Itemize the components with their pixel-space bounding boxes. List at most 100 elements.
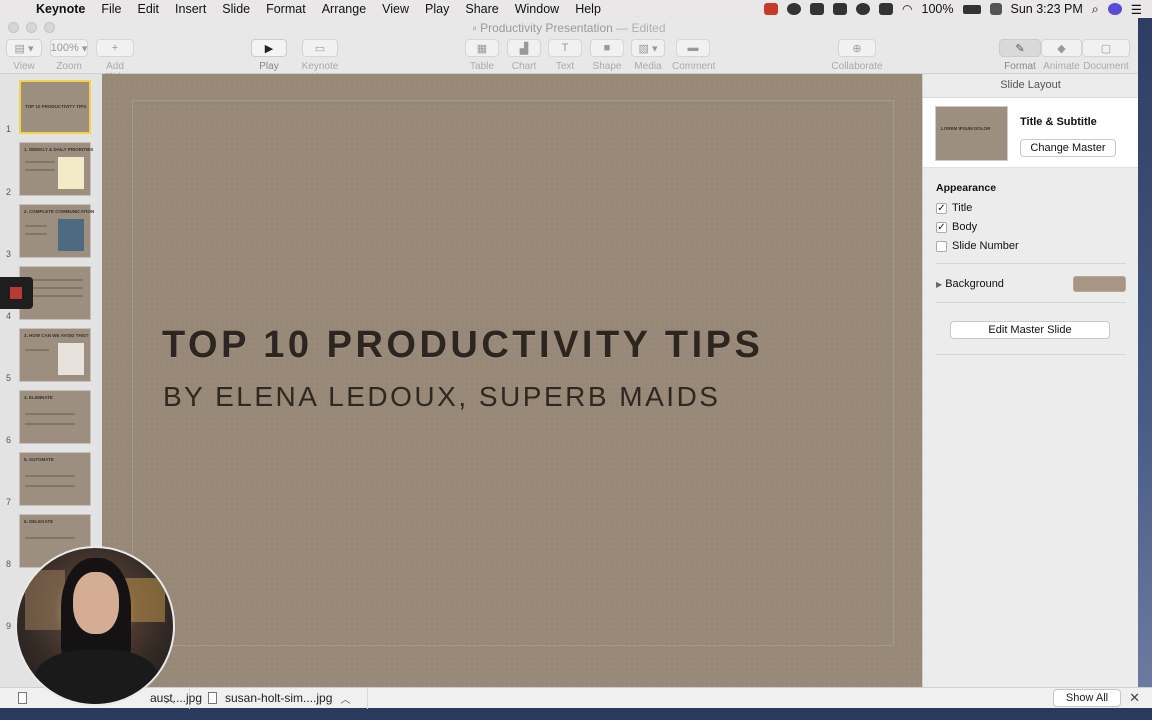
inspector-header: Slide Layout: [923, 74, 1138, 98]
animate-tool[interactable]: ◆ Animate: [1041, 39, 1082, 72]
menu-view[interactable]: View: [374, 0, 417, 18]
plus-icon[interactable]: +: [96, 39, 134, 57]
table-tool[interactable]: ▦ Table: [465, 39, 499, 72]
slide-thumbnail[interactable]: 2. COMPLETE COMMUNICATION: [19, 204, 94, 258]
disclosure-triangle-icon[interactable]: ▶: [936, 280, 942, 289]
slide-subtitle[interactable]: BY ELENA LEDOUX, SUPERB MAIDS: [163, 381, 720, 413]
chart-tool[interactable]: ▟ Chart: [507, 39, 541, 72]
format-brush-icon[interactable]: ✎: [999, 39, 1041, 57]
menu-format[interactable]: Format: [258, 0, 314, 18]
title-checkbox-row[interactable]: ✓ Title: [936, 202, 972, 214]
mail-status-icon[interactable]: [879, 3, 894, 15]
menu-arrange[interactable]: Arrange: [314, 0, 374, 18]
notepad-image: [58, 157, 84, 189]
slide-number-checkbox-row[interactable]: Slide Number: [936, 240, 1019, 252]
media-tool[interactable]: ▧ ▾ Media: [631, 39, 665, 72]
menu-insert[interactable]: Insert: [167, 0, 214, 18]
keynote-live-icon[interactable]: ▭: [302, 39, 338, 57]
menu-window[interactable]: Window: [507, 0, 567, 18]
comment-icon[interactable]: ▬: [676, 39, 710, 57]
menu-play[interactable]: Play: [417, 0, 457, 18]
menu-slide[interactable]: Slide: [214, 0, 258, 18]
chart-icon[interactable]: ▟: [507, 39, 541, 57]
text-tool[interactable]: T Text: [548, 39, 582, 72]
clock[interactable]: Sun 3:23 PM: [1011, 2, 1083, 16]
menu-help[interactable]: Help: [567, 0, 609, 18]
slide-thumbnail[interactable]: 1. WEEKLY & DAILY PRIORITIES: [19, 142, 93, 196]
text-line: [25, 423, 75, 425]
notification-center-icon[interactable]: ☰: [1131, 2, 1142, 17]
text-line: [25, 161, 55, 163]
format-tool[interactable]: ✎ Format: [999, 39, 1041, 72]
collaborate-icon[interactable]: ⊕: [838, 39, 876, 57]
slide-thumbnail[interactable]: 4. ELIMINATE: [19, 390, 91, 444]
display-status-icon[interactable]: [989, 3, 1002, 15]
media-icon[interactable]: ▧ ▾: [631, 39, 665, 57]
slide-title[interactable]: TOP 10 PRODUCTIVITY TIPS: [162, 324, 763, 367]
shape-tool[interactable]: ■ Shape: [590, 39, 624, 72]
edit-master-slide-button[interactable]: Edit Master Slide: [950, 321, 1110, 339]
background-label: Background: [945, 278, 1004, 290]
background-disclosure[interactable]: ▶ Background: [936, 278, 1004, 290]
background-art: [25, 570, 65, 630]
chevron-up-icon[interactable]: ︿: [165, 691, 175, 706]
body-checkbox-row[interactable]: ✓ Body: [936, 221, 977, 233]
downloads-bar: aust....jpg ︿ susan-holt-sim....jpg ︿ Sh…: [0, 687, 1152, 709]
document-tool[interactable]: ▢ Document: [1082, 39, 1130, 72]
desktop-background: [1138, 18, 1152, 687]
animate-icon[interactable]: ◆: [1041, 39, 1082, 57]
view-tool[interactable]: ▤ ▾ View: [6, 39, 42, 72]
zoom-status-icon[interactable]: [856, 3, 871, 15]
presenter-jacket: [35, 650, 159, 704]
play-label: Play: [259, 61, 279, 72]
menu-bar: Keynote File Edit Insert Slide Format Ar…: [0, 0, 1152, 18]
document-label: Document: [1083, 61, 1129, 72]
recorder-status-icon[interactable]: [833, 3, 848, 15]
robot-image: [58, 343, 84, 375]
show-all-button[interactable]: Show All: [1052, 689, 1122, 707]
tools-status-icon[interactable]: [810, 3, 825, 15]
sidebar-view-icon[interactable]: ▤ ▾: [6, 39, 42, 57]
zoom-tool[interactable]: 100% ▾ Zoom: [50, 39, 88, 72]
slide-canvas[interactable]: TOP 10 PRODUCTIVITY TIPS BY ELENA LEDOUX…: [102, 74, 922, 688]
document-icon[interactable]: ▢: [1082, 39, 1130, 57]
comment-tool[interactable]: ▬ Comment: [672, 39, 715, 72]
sync-status-icon[interactable]: [787, 3, 802, 15]
menu-file[interactable]: File: [93, 0, 129, 18]
slide-thumbnail-title: 6. DELEGATE: [24, 519, 54, 524]
stop-recording-button[interactable]: [0, 277, 33, 309]
change-master-button[interactable]: Change Master: [1020, 139, 1116, 157]
divider: [936, 302, 1126, 303]
title-checkbox[interactable]: ✓: [936, 202, 947, 214]
zoom-select[interactable]: 100% ▾: [50, 39, 88, 57]
webcam-overlay: [15, 546, 175, 706]
slide-number-checkbox[interactable]: [936, 240, 947, 252]
slide-thumbnail[interactable]: 3. HOW CAN WE AVOID THIS?: [19, 328, 91, 382]
menu-edit[interactable]: Edit: [129, 0, 167, 18]
battery-icon[interactable]: [962, 4, 981, 14]
download-item[interactable]: susan-holt-sim....jpg ︿: [190, 687, 368, 709]
text-icon[interactable]: T: [548, 39, 582, 57]
play-icon[interactable]: ▶: [251, 39, 287, 57]
menu-app-keynote[interactable]: Keynote: [28, 0, 93, 18]
layout-thumbnail-text: LOREM IPSUM DOLOR: [941, 126, 991, 131]
table-icon[interactable]: ▦: [465, 39, 499, 57]
wifi-icon[interactable]: ◠: [902, 2, 912, 16]
slide-thumbnail-title: 3. HOW CAN WE AVOID THIS?: [24, 333, 89, 338]
collaborate-tool[interactable]: ⊕ Collaborate: [830, 39, 884, 72]
layout-thumbnail[interactable]: LOREM IPSUM DOLOR: [935, 106, 1008, 161]
dropbox-status-icon[interactable]: [764, 3, 779, 15]
slide-thumbnail[interactable]: 5. AUTOMATE: [19, 452, 91, 506]
slide-thumbnail[interactable]: TOP 10 PRODUCTIVITY TIPS: [19, 80, 91, 134]
zoom-label: Zoom: [56, 61, 82, 72]
body-checkbox[interactable]: ✓: [936, 221, 947, 233]
shape-icon[interactable]: ■: [590, 39, 624, 57]
chevron-up-icon[interactable]: ︿: [340, 691, 350, 706]
document-title: Productivity Presentation: [480, 21, 613, 35]
spotlight-search-icon[interactable]: ⌕: [1092, 2, 1099, 17]
play-tool[interactable]: ▶ Play: [251, 39, 287, 72]
menu-share[interactable]: Share: [457, 0, 506, 18]
background-color-well[interactable]: [1073, 276, 1126, 292]
close-icon[interactable]: ✕: [1129, 690, 1140, 706]
siri-icon[interactable]: [1107, 3, 1122, 15]
